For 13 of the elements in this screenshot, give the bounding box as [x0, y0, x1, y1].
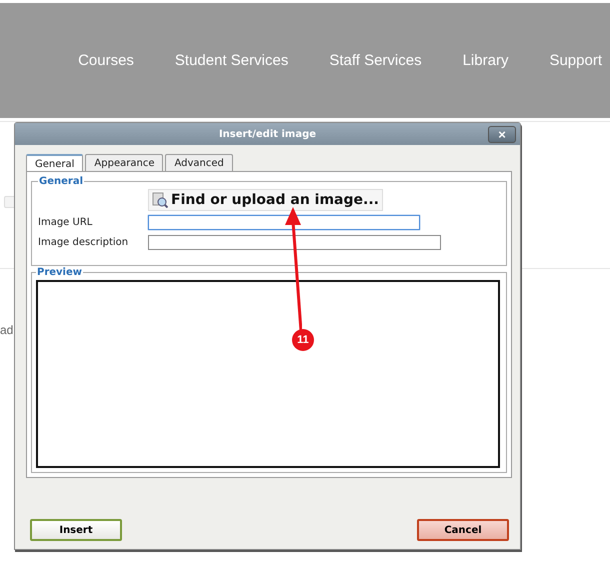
- close-button[interactable]: ×: [488, 126, 516, 143]
- tab[interactable]: Advanced: [165, 154, 233, 171]
- tab[interactable]: Appearance: [85, 154, 164, 171]
- find-upload-button[interactable]: Find or upload an image...: [148, 189, 383, 211]
- field-label: Image URL: [38, 216, 94, 228]
- cancel-button[interactable]: Cancel: [417, 519, 509, 541]
- section-legend: Preview: [36, 267, 84, 278]
- section-legend: General: [38, 176, 84, 187]
- text-fragment: ad: [0, 323, 14, 337]
- insert-button[interactable]: Insert: [30, 519, 122, 541]
- field-label: Image description: [38, 236, 130, 248]
- dialog-title: Insert/edit image: [218, 128, 316, 140]
- tab[interactable]: General: [26, 154, 84, 172]
